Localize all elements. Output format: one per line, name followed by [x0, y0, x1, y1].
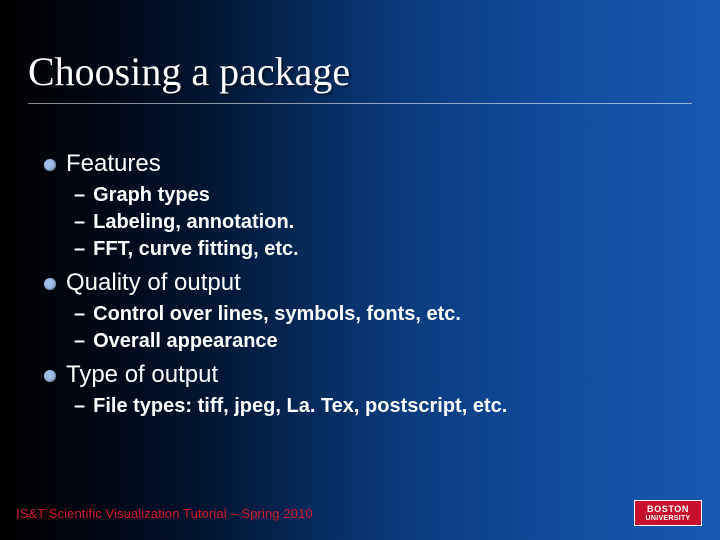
bullet-line: Type of output [44, 361, 690, 389]
title-divider [28, 103, 692, 104]
dash-icon: – [74, 236, 85, 263]
sub-text: FFT, curve fitting, etc. [93, 236, 299, 263]
sub-item: –File types: tiff, jpeg, La. Tex, postsc… [74, 393, 690, 420]
bullet-icon [44, 159, 56, 171]
dash-icon: – [74, 301, 85, 328]
sub-item: –Graph types [74, 182, 690, 209]
dash-icon: – [74, 328, 85, 355]
dash-icon: – [74, 209, 85, 236]
sub-item: –Control over lines, symbols, fonts, etc… [74, 301, 690, 328]
bullet-label: Type of output [66, 361, 218, 389]
sub-text: Labeling, annotation. [93, 209, 294, 236]
logo-line1: BOSTON [647, 505, 689, 514]
bullet-type: Type of output –File types: tiff, jpeg, … [44, 361, 690, 420]
sub-text: Graph types [93, 182, 210, 209]
bu-logo: BOSTON UNIVERSITY [634, 500, 702, 526]
sub-text: Control over lines, symbols, fonts, etc. [93, 301, 461, 328]
sub-text: File types: tiff, jpeg, La. Tex, postscr… [93, 393, 507, 420]
title-area: Choosing a package [28, 48, 692, 104]
dash-icon: – [74, 182, 85, 209]
bullet-line: Quality of output [44, 269, 690, 297]
bullet-label: Features [66, 150, 161, 178]
sublist: –File types: tiff, jpeg, La. Tex, postsc… [74, 393, 690, 420]
logo-line2: UNIVERSITY [645, 515, 690, 522]
sub-item: –Overall appearance [74, 328, 690, 355]
bullet-features: Features –Graph types –Labeling, annotat… [44, 150, 690, 263]
footer: IS&T Scientific Visualization Tutorial –… [0, 500, 720, 526]
bullet-label: Quality of output [66, 269, 241, 297]
sublist: –Control over lines, symbols, fonts, etc… [74, 301, 690, 355]
sublist: –Graph types –Labeling, annotation. –FFT… [74, 182, 690, 263]
bullet-icon [44, 370, 56, 382]
dash-icon: – [74, 393, 85, 420]
footer-text: IS&T Scientific Visualization Tutorial –… [16, 506, 313, 521]
sub-text: Overall appearance [93, 328, 278, 355]
sub-item: –Labeling, annotation. [74, 209, 690, 236]
slide-title: Choosing a package [28, 48, 692, 101]
sub-item: –FFT, curve fitting, etc. [74, 236, 690, 263]
content-area: Features –Graph types –Labeling, annotat… [44, 150, 690, 426]
bullet-quality: Quality of output –Control over lines, s… [44, 269, 690, 355]
bullet-icon [44, 278, 56, 290]
bullet-line: Features [44, 150, 690, 178]
